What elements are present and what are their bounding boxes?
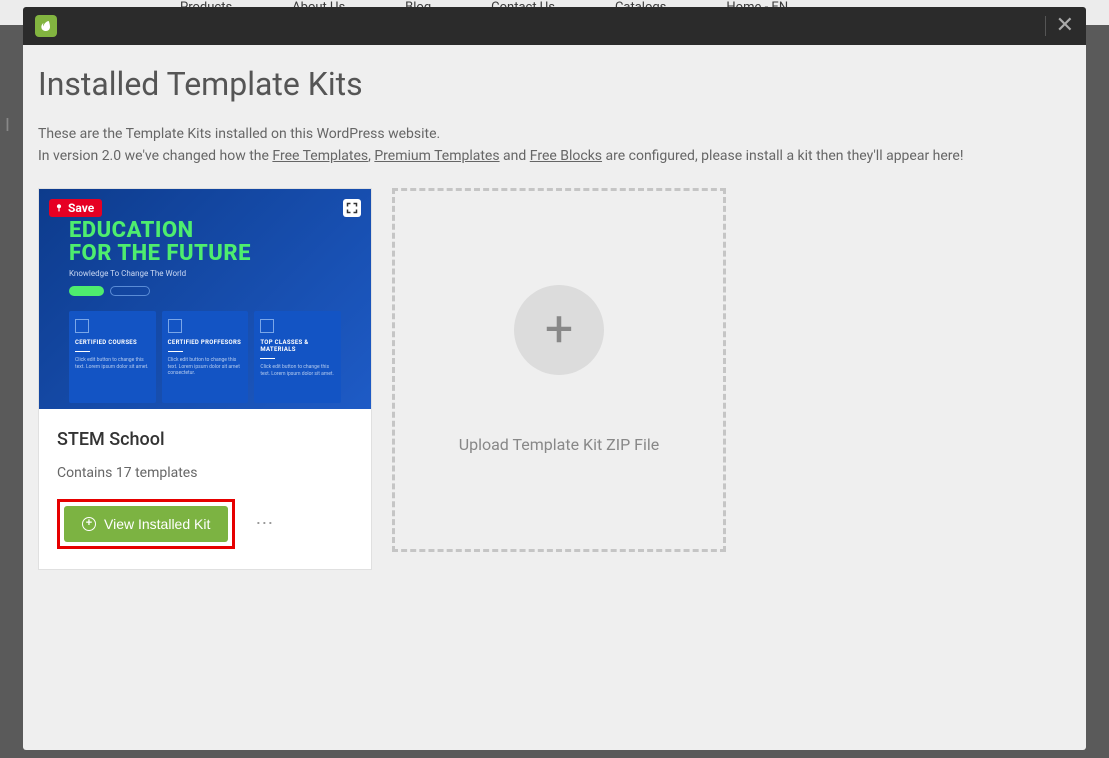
modal-header-left [35, 15, 57, 37]
upload-kit-dropzone[interactable]: + Upload Template Kit ZIP File [392, 188, 726, 552]
desc-sep2: and [500, 148, 530, 164]
box-line [75, 351, 90, 352]
kit-template-count: Contains 17 templates [57, 465, 353, 481]
upload-text: Upload Template Kit ZIP File [459, 435, 660, 454]
thumb-box-3: TOP CLASSES & MATERIALS Click edit butto… [254, 311, 341, 403]
premium-templates-link[interactable]: Premium Templates [374, 148, 499, 164]
header-separator [1045, 16, 1046, 36]
free-templates-link[interactable]: Free Templates [272, 148, 368, 164]
plus-circle-icon: + [82, 517, 96, 531]
thumb-boxes: CERTIFIED COURSES Click edit button to c… [69, 311, 341, 403]
pill-green [69, 286, 104, 296]
pill-outline [110, 286, 150, 296]
professor-icon [168, 319, 182, 333]
thumb-box-2: CERTIFIED PROFFESORS Click edit button t… [162, 311, 249, 403]
modal-header-right: ✕ [1045, 15, 1074, 37]
page-title: Installed Template Kits [38, 65, 1071, 103]
box-desc: Click edit button to change this text. L… [75, 357, 150, 370]
kit-name: STEM School [57, 429, 353, 450]
box-title: CERTIFIED PROFFESORS [168, 339, 243, 346]
envato-logo-icon [35, 15, 57, 37]
thumbnail-content: EDUCATION FOR THE FUTURE Knowledge To Ch… [39, 189, 371, 409]
materials-icon [260, 319, 274, 333]
box-line [260, 358, 275, 359]
kit-thumbnail[interactable]: Save EDUCATION FOR THE FUTURE Knowledge … [39, 189, 371, 409]
template-kits-modal: ✕ Installed Template Kits These are the … [23, 7, 1086, 750]
description-text: These are the Template Kits installed on… [38, 123, 1071, 168]
thumb-subtitle: Knowledge To Change The World [69, 269, 341, 278]
plus-icon: + [545, 305, 573, 355]
box-title: CERTIFIED COURSES [75, 339, 150, 346]
save-badge[interactable]: Save [49, 199, 102, 217]
pinterest-icon [54, 203, 64, 213]
kit-card: Save EDUCATION FOR THE FUTURE Knowledge … [38, 188, 372, 570]
thumb-pills [69, 286, 341, 296]
box-desc: Click edit button to change this text. L… [260, 364, 335, 377]
close-icon[interactable]: ✕ [1056, 15, 1074, 37]
box-desc: Click edit button to change this text. L… [168, 357, 243, 377]
desc-prefix: In version 2.0 we've changed how the [38, 148, 272, 164]
thumb-heading-1: EDUCATION [69, 219, 341, 242]
desc-suffix: are configured, please install a kit the… [602, 148, 963, 164]
certificate-icon [75, 319, 89, 333]
box-line [168, 351, 183, 352]
view-kit-label: View Installed Kit [104, 516, 210, 532]
upload-circle: + [514, 285, 604, 375]
description-line1: These are the Template Kits installed on… [38, 123, 1071, 145]
more-options-icon[interactable]: ⋯ [245, 513, 283, 534]
view-installed-kit-button[interactable]: + View Installed Kit [64, 506, 228, 542]
save-label: Save [68, 201, 94, 215]
kits-grid: Save EDUCATION FOR THE FUTURE Knowledge … [38, 188, 1071, 570]
box-title: TOP CLASSES & MATERIALS [260, 339, 335, 353]
thumb-box-1: CERTIFIED COURSES Click edit button to c… [69, 311, 156, 403]
modal-body: Installed Template Kits These are the Te… [23, 45, 1086, 750]
highlight-annotation: + View Installed Kit [57, 499, 235, 549]
kit-info: STEM School Contains 17 templates + View… [39, 409, 371, 569]
fullscreen-icon[interactable] [343, 199, 361, 217]
kit-actions: + View Installed Kit ⋯ [57, 499, 353, 549]
free-blocks-link[interactable]: Free Blocks [530, 148, 602, 164]
modal-header: ✕ [23, 7, 1086, 45]
thumb-heading-2: FOR THE FUTURE [69, 242, 341, 265]
description-line2: In version 2.0 we've changed how the Fre… [38, 145, 1071, 167]
text-cursor-icon: I [5, 115, 10, 136]
